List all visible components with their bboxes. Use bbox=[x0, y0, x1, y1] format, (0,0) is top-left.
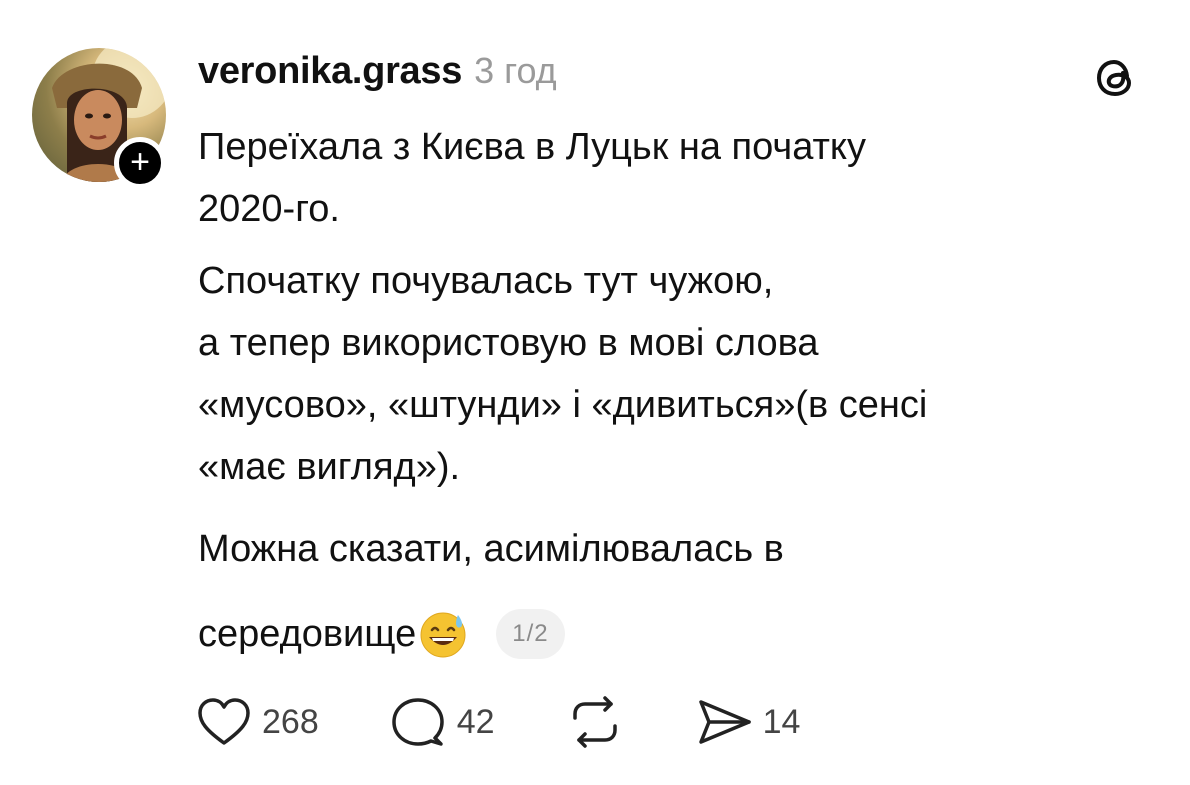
reply-count: 42 bbox=[456, 702, 495, 741]
post-actions: 268 42 14 bbox=[196, 694, 870, 750]
image-counter[interactable]: 1/2 bbox=[496, 609, 565, 659]
post-line: «мусово», «штунди» і «дивиться»(в сенсі bbox=[198, 384, 928, 426]
post-line: Можна сказати, асимілювалась в bbox=[198, 528, 784, 570]
post-line: Переїхала з Києва в Луцьк на початку bbox=[198, 126, 866, 168]
post-last-line: середовище 1/2 bbox=[198, 603, 565, 665]
like-count: 268 bbox=[262, 702, 319, 741]
plus-icon: + bbox=[130, 142, 150, 181]
post-body: Переїхала з Києва в Луцьк на початку 202… bbox=[198, 116, 1158, 580]
grinning-sweat-emoji-icon bbox=[420, 612, 466, 658]
share-count: 14 bbox=[762, 702, 801, 741]
post-line: 2020-го. bbox=[198, 188, 340, 230]
share-button[interactable]: 14 bbox=[695, 696, 801, 748]
repost-icon bbox=[572, 696, 617, 748]
like-button[interactable]: 268 bbox=[196, 696, 319, 748]
repost-button[interactable] bbox=[565, 694, 625, 750]
post-header: veronika.grass 3 год bbox=[198, 50, 557, 96]
threads-logo-icon[interactable] bbox=[1092, 55, 1138, 101]
username[interactable]: veronika.grass bbox=[198, 50, 462, 93]
post-line: Спочатку почувалась тут чужою, bbox=[198, 260, 774, 302]
post-time: 3 год bbox=[474, 50, 557, 91]
heart-icon bbox=[198, 698, 250, 745]
follow-button[interactable]: + bbox=[114, 137, 166, 189]
reply-button[interactable]: 42 bbox=[389, 695, 495, 749]
threads-post: + veronika.grass 3 год Переїхала з Києва… bbox=[0, 0, 1190, 785]
image-counter-label: 1/2 bbox=[512, 620, 549, 647]
send-icon bbox=[698, 700, 751, 744]
post-line: «має вигляд»). bbox=[198, 446, 461, 488]
post-line: а тепер використовую в мові слова bbox=[198, 322, 819, 364]
post-line: середовище bbox=[198, 612, 417, 655]
speech-bubble-icon bbox=[391, 698, 444, 746]
